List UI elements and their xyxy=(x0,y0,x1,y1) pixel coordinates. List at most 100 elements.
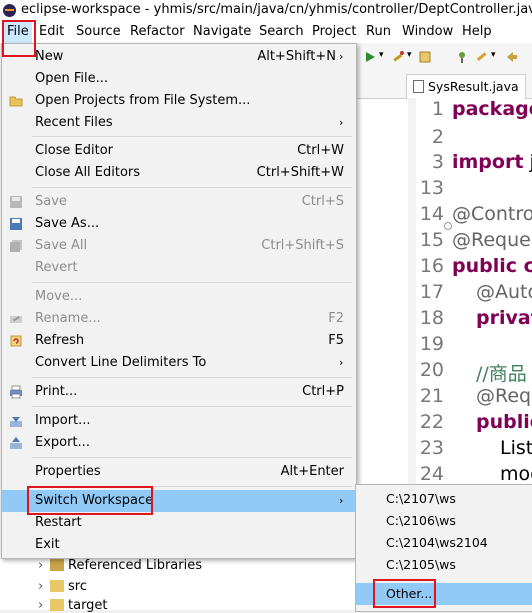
menu-item-label: Close All Editors xyxy=(35,165,141,180)
dropdown-arrow-icon[interactable]: ▾ xyxy=(491,50,496,60)
menu-item-exit[interactable]: Exit xyxy=(2,534,356,556)
menu-item-label: Convert Line Delimiters To xyxy=(35,355,207,370)
menu-shortcut: Ctrl+Shift+W xyxy=(256,165,344,180)
menu-window[interactable]: Window xyxy=(402,24,453,39)
menu-item-properties[interactable]: Properties Alt+Enter xyxy=(2,461,356,483)
menu-project[interactable]: Project xyxy=(312,24,356,39)
menu-item-label: Rename... xyxy=(35,311,101,326)
submenu-arrow-icon: › xyxy=(339,116,344,129)
menu-separator xyxy=(32,406,352,407)
menu-edit[interactable]: Edit xyxy=(39,24,64,39)
chevron-right-icon[interactable]: › xyxy=(38,558,50,573)
code-line: List xyxy=(500,437,532,459)
menu-shortcut: Ctrl+S xyxy=(301,194,344,209)
code-token: public xyxy=(452,255,518,277)
menu-item-label: Save As... xyxy=(35,216,100,231)
line-number: 17 xyxy=(419,281,444,303)
rename-icon xyxy=(10,316,22,323)
open-type-icon[interactable] xyxy=(419,50,433,64)
line-number: 20 xyxy=(419,359,444,381)
external-tools-icon[interactable] xyxy=(391,50,405,64)
menu-run[interactable]: Run xyxy=(366,24,391,39)
editor-tab[interactable]: SysResult.java xyxy=(406,74,526,99)
menu-item-save-all[interactable]: Save All Ctrl+Shift+S xyxy=(2,235,356,257)
menu-item-import[interactable]: Import... xyxy=(2,410,356,432)
menu-item-close-all-editors[interactable]: Close All Editors Ctrl+Shift+W xyxy=(2,162,356,184)
code-token: cl xyxy=(523,255,532,277)
menu-item-label: Properties xyxy=(35,464,101,479)
menu-item-move[interactable]: Move... xyxy=(2,286,356,308)
run-icon[interactable] xyxy=(363,50,377,64)
library-icon xyxy=(50,559,64,571)
line-number: 14 xyxy=(419,203,444,225)
chevron-right-icon[interactable]: › xyxy=(38,579,50,594)
java-file-icon xyxy=(413,80,424,93)
menu-navigate[interactable]: Navigate xyxy=(193,24,251,39)
code-token: ja xyxy=(523,151,532,173)
chevron-right-icon[interactable]: › xyxy=(38,598,50,613)
workspace-item[interactable]: C:\2105\ws xyxy=(356,554,532,576)
workspace-item[interactable]: C:\2107\ws xyxy=(356,488,532,510)
fold-toggle-icon[interactable] xyxy=(444,222,452,230)
menu-item-export[interactable]: Export... xyxy=(2,432,356,454)
code-line: import ja xyxy=(452,151,532,173)
line-number: 21 xyxy=(419,385,444,407)
highlight-box-other xyxy=(373,579,436,608)
package-explorer: › Referenced Libraries › src › target xyxy=(0,555,355,613)
menu-item-rename[interactable]: Rename... F2 xyxy=(2,308,356,330)
tree-item-target[interactable]: › target xyxy=(38,598,108,613)
menu-item-label: Export... xyxy=(35,435,90,450)
menu-separator xyxy=(32,136,352,137)
back-icon[interactable] xyxy=(505,50,519,64)
menu-item-restart[interactable]: Restart xyxy=(2,512,356,534)
menu-item-close-editor[interactable]: Close Editor Ctrl+W xyxy=(2,140,356,162)
line-number: 18 xyxy=(419,307,444,329)
pin-icon[interactable] xyxy=(455,50,469,64)
menu-item-recent-files[interactable]: Recent Files › xyxy=(2,112,356,134)
menu-item-label: Move... xyxy=(35,289,83,304)
menu-item-refresh[interactable]: Refresh F5 xyxy=(2,330,356,352)
workspace-item[interactable]: C:\2104\ws2104 xyxy=(356,532,532,554)
line-number: 23 xyxy=(419,437,444,459)
menu-separator xyxy=(32,282,352,283)
submenu-arrow-icon: › xyxy=(339,356,344,369)
menu-source[interactable]: Source xyxy=(76,24,121,39)
menu-item-label: Restart xyxy=(35,515,82,530)
menu-search[interactable]: Search xyxy=(259,24,304,39)
menu-item-save-as[interactable]: Save As... xyxy=(2,213,356,235)
menu-shortcut: F5 xyxy=(328,333,344,348)
dropdown-arrow-icon[interactable]: ▾ xyxy=(379,50,384,60)
menu-shortcut: Ctrl+Shift+S xyxy=(261,238,344,253)
menu-refactor[interactable]: Refactor xyxy=(130,24,185,39)
menu-separator xyxy=(32,187,352,188)
folder-icon xyxy=(50,599,64,611)
line-number: 24 xyxy=(419,463,444,485)
menu-item-label: Revert xyxy=(35,260,78,275)
workspace-item[interactable]: C:\2106\ws xyxy=(356,510,532,532)
menu-item-convert-line-delimiters[interactable]: Convert Line Delimiters To › xyxy=(2,352,356,374)
dropdown-arrow-icon[interactable]: ▾ xyxy=(407,50,412,60)
edit-icon[interactable] xyxy=(475,50,489,64)
tree-item-label: src xyxy=(68,579,87,594)
menu-item-open-file[interactable]: Open File... xyxy=(2,68,356,90)
menu-shortcut: Alt+Enter xyxy=(280,464,344,479)
menu-item-label: Recent Files xyxy=(35,115,113,130)
menu-item-new[interactable]: New Alt+Shift+N › xyxy=(2,46,356,68)
menu-item-save[interactable]: Save Ctrl+S xyxy=(2,191,356,213)
menu-item-revert[interactable]: Revert xyxy=(2,257,356,279)
export-icon xyxy=(10,437,22,449)
code-line: @Reques xyxy=(452,229,532,251)
tree-item-src[interactable]: › src xyxy=(38,579,87,594)
highlight-box-file xyxy=(2,20,36,57)
file-menu: New Alt+Shift+N › Open File... Open Proj… xyxy=(1,43,357,559)
menu-help[interactable]: Help xyxy=(462,24,492,39)
menu-item-open-projects[interactable]: Open Projects from File System... xyxy=(2,90,356,112)
menu-item-print[interactable]: Print... Ctrl+P xyxy=(2,381,356,403)
menu-separator xyxy=(32,457,352,458)
code-line: @Contro xyxy=(452,203,532,225)
workspace-path: C:\2104\ws2104 xyxy=(386,535,488,550)
tree-item-referenced-libraries[interactable]: › Referenced Libraries xyxy=(38,558,202,573)
editor-tab-bar: SysResult.java xyxy=(356,71,532,99)
menu-shortcut: F2 xyxy=(328,311,344,326)
tree-item-label: target xyxy=(68,598,108,613)
